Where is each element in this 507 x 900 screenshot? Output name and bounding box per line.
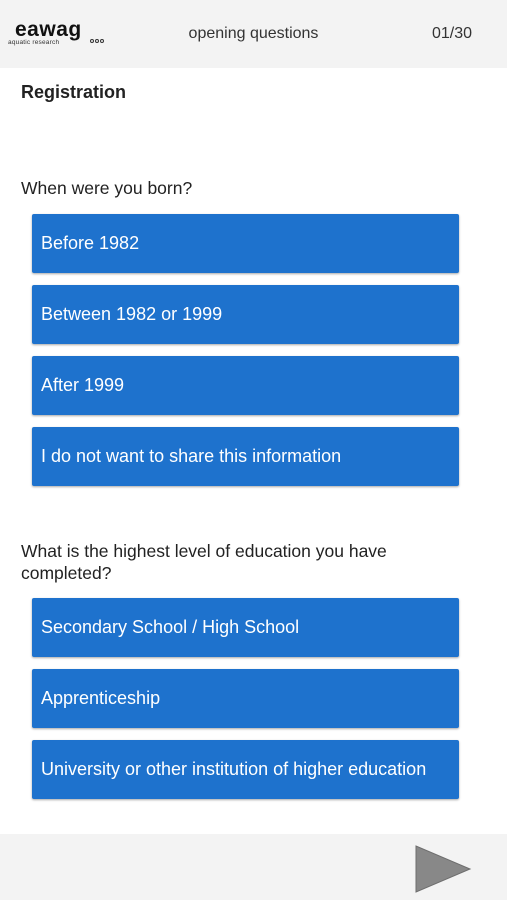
play-arrow-icon (415, 845, 472, 893)
option-no-share[interactable]: I do not want to share this information (32, 427, 459, 486)
question-counter: 01/30 (431, 25, 472, 42)
option-before-1982[interactable]: Before 1982 (32, 214, 459, 273)
section-title: Registration (21, 82, 127, 102)
option-university[interactable]: University or other institution of highe… (32, 740, 459, 799)
option-secondary-school[interactable]: Secondary School / High School (32, 598, 459, 657)
option-apprenticeship[interactable]: Apprenticeship (32, 669, 459, 728)
bottom-bar (0, 834, 507, 900)
top-bar: eawag aquatic research opening questions… (0, 0, 507, 68)
question-education: What is the highest level of education y… (21, 541, 387, 583)
next-button[interactable] (412, 844, 474, 894)
option-after-1999[interactable]: After 1999 (32, 356, 459, 415)
question-birth-year: When were you born? (21, 178, 193, 198)
page-title: opening questions (188, 25, 319, 42)
option-between-1982-1999[interactable]: Between 1982 or 1999 (32, 285, 459, 344)
app-screen: eawag aquatic research opening questions… (0, 0, 507, 900)
